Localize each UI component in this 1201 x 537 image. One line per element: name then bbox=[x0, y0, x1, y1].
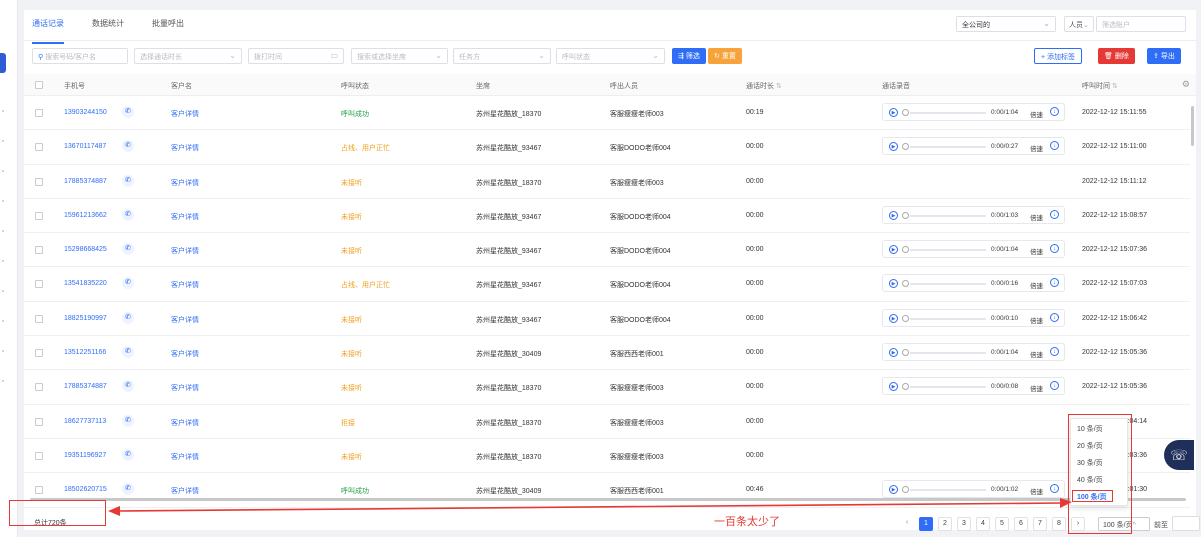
annotation-arrowhead-left bbox=[108, 506, 120, 516]
support-chat-button[interactable]: ☏ bbox=[1164, 440, 1194, 470]
phone-support-icon: ☏ bbox=[1170, 447, 1188, 463]
annotation-arrowhead-right bbox=[1060, 498, 1072, 508]
annotation-text: 一百条太少了 bbox=[714, 516, 780, 528]
annotation-arrow-line bbox=[117, 502, 1063, 512]
annotation-arrow bbox=[108, 498, 1072, 516]
